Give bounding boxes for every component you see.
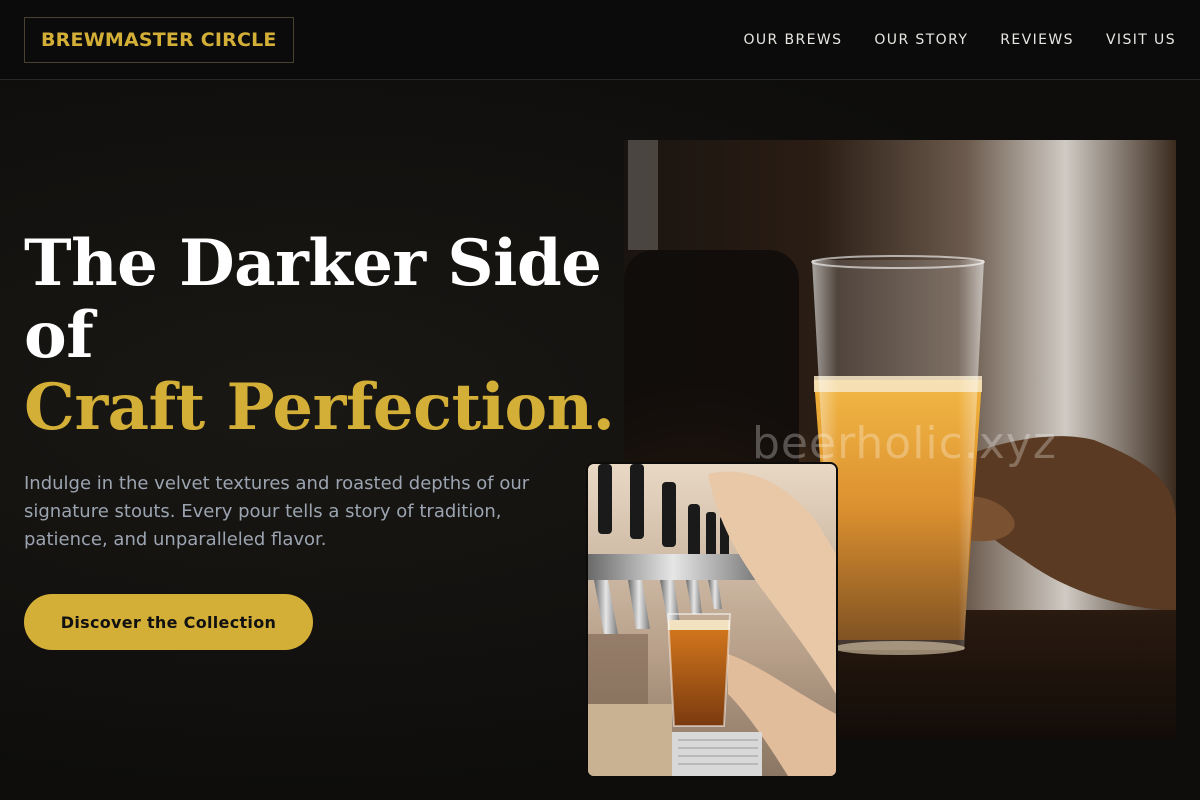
- brand-logo[interactable]: BREWMASTER CIRCLE: [24, 17, 294, 63]
- landing-page: BREWMASTER CIRCLE OUR BREWS OUR STORY RE…: [0, 0, 1200, 800]
- hero-title-accent: Craft Perfection.: [24, 370, 615, 445]
- tap-pouring-photo: [586, 462, 838, 778]
- discover-collection-button[interactable]: Discover the Collection: [24, 594, 313, 650]
- nav-link-visit-us[interactable]: VISIT US: [1106, 32, 1176, 48]
- top-navigation: BREWMASTER CIRCLE OUR BREWS OUR STORY RE…: [0, 0, 1200, 80]
- hero-description: Indulge in the velvet textures and roast…: [24, 473, 530, 550]
- nav-links: OUR BREWS OUR STORY REVIEWS VISIT US: [743, 0, 1176, 80]
- nav-link-our-story[interactable]: OUR STORY: [874, 32, 968, 48]
- nav-link-reviews[interactable]: REVIEWS: [1000, 32, 1074, 48]
- nav-link-our-brews[interactable]: OUR BREWS: [743, 32, 842, 48]
- hero-title-line-2: of: [24, 298, 94, 373]
- hero-title-line-1: The Darker Side: [24, 226, 602, 301]
- hero-title: The Darker Side of Craft Perfection.: [24, 226, 615, 445]
